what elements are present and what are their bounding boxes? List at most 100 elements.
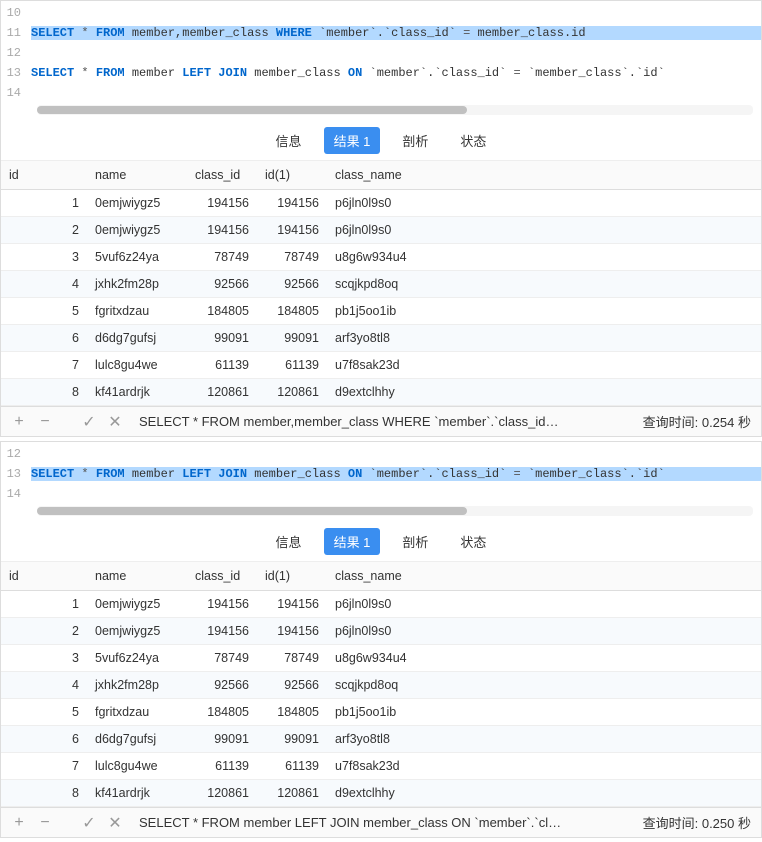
cell-class-id[interactable]: 78749 <box>187 645 257 672</box>
table-row[interactable]: 7lulc8gu4we6113961139u7f8sak23d <box>1 753 761 780</box>
cell-name[interactable]: 5vuf6z24ya <box>87 244 187 271</box>
cell-class-id[interactable]: 120861 <box>187 379 257 406</box>
table-row[interactable]: 20emjwiygz5194156194156p6jln0l9s0 <box>1 217 761 244</box>
table-row[interactable]: 7lulc8gu4we6113961139u7f8sak23d <box>1 352 761 379</box>
cell-class-id[interactable]: 120861 <box>187 780 257 807</box>
col-header-class_name[interactable]: class_name <box>327 161 761 190</box>
cell-name[interactable]: fgritxdzau <box>87 699 187 726</box>
cell-id1[interactable]: 120861 <box>257 379 327 406</box>
editor-line[interactable]: 10 <box>1 3 761 23</box>
editor-line[interactable]: 14 <box>1 484 761 504</box>
cell-class-id[interactable]: 99091 <box>187 325 257 352</box>
table-row[interactable]: 10emjwiygz5194156194156p6jln0l9s0 <box>1 591 761 618</box>
cell-class-name[interactable]: scqjkpd8oq <box>327 271 761 298</box>
tab-status[interactable]: 状态 <box>450 127 496 154</box>
cell-class-id[interactable]: 194156 <box>187 618 257 645</box>
cell-class-id[interactable]: 194156 <box>187 591 257 618</box>
cell-class-name[interactable]: p6jln0l9s0 <box>327 591 761 618</box>
cell-class-id[interactable]: 184805 <box>187 298 257 325</box>
sql-editor[interactable]: 1011SELECT * FROM member,member_class WH… <box>1 1 761 121</box>
table-row[interactable]: 20emjwiygz5194156194156p6jln0l9s0 <box>1 618 761 645</box>
cell-class-id[interactable]: 194156 <box>187 190 257 217</box>
cell-class-name[interactable]: u8g6w934u4 <box>327 244 761 271</box>
cell-name[interactable]: 0emjwiygz5 <box>87 217 187 244</box>
cell-class-name[interactable]: u7f8sak23d <box>327 352 761 379</box>
cell-id1[interactable]: 184805 <box>257 699 327 726</box>
add-row-icon[interactable]: + <box>11 414 27 430</box>
col-header-class_id[interactable]: class_id <box>187 161 257 190</box>
cell-name[interactable]: jxhk2fm28p <box>87 271 187 298</box>
cell-name[interactable]: 0emjwiygz5 <box>87 591 187 618</box>
tab-result[interactable]: 结果 1 <box>324 127 381 154</box>
cell-id1[interactable]: 194156 <box>257 591 327 618</box>
table-row[interactable]: 8kf41ardrjk120861120861d9extclhhy <box>1 780 761 807</box>
cell-name[interactable]: 0emjwiygz5 <box>87 618 187 645</box>
cancel-icon[interactable]: ✕ <box>107 414 123 430</box>
cell-name[interactable]: 5vuf6z24ya <box>87 645 187 672</box>
cell-id1[interactable]: 78749 <box>257 645 327 672</box>
cell-id1[interactable]: 61139 <box>257 352 327 379</box>
table-row[interactable]: 10emjwiygz5194156194156p6jln0l9s0 <box>1 190 761 217</box>
cell-name[interactable]: lulc8gu4we <box>87 753 187 780</box>
horizontal-scrollbar[interactable] <box>37 506 753 516</box>
cell-class-id[interactable]: 99091 <box>187 726 257 753</box>
cell-class-name[interactable]: u7f8sak23d <box>327 753 761 780</box>
table-row[interactable]: 4jxhk2fm28p9256692566scqjkpd8oq <box>1 672 761 699</box>
scrollbar-thumb[interactable] <box>37 507 467 515</box>
cell-class-name[interactable]: scqjkpd8oq <box>327 672 761 699</box>
col-header-name[interactable]: name <box>87 562 187 591</box>
cell-id1[interactable]: 120861 <box>257 780 327 807</box>
table-row[interactable]: 5fgritxdzau184805184805pb1j5oo1ib <box>1 298 761 325</box>
delete-row-icon[interactable]: − <box>37 815 53 831</box>
col-header-id[interactable]: id <box>1 161 87 190</box>
cell-class-name[interactable]: p6jln0l9s0 <box>327 618 761 645</box>
cell-name[interactable]: kf41ardrjk <box>87 780 187 807</box>
cancel-icon[interactable]: ✕ <box>107 815 123 831</box>
cell-class-name[interactable]: arf3yo8tl8 <box>327 325 761 352</box>
cell-class-id[interactable]: 78749 <box>187 244 257 271</box>
cell-id1[interactable]: 194156 <box>257 190 327 217</box>
cell-name[interactable]: d6dg7gufsj <box>87 726 187 753</box>
cell-class-name[interactable]: u8g6w934u4 <box>327 645 761 672</box>
editor-line[interactable]: 13SELECT * FROM member LEFT JOIN member_… <box>1 464 761 484</box>
cell-id1[interactable]: 92566 <box>257 271 327 298</box>
cell-class-name[interactable]: arf3yo8tl8 <box>327 726 761 753</box>
apply-icon[interactable]: ✓ <box>81 815 97 831</box>
cell-id1[interactable]: 194156 <box>257 217 327 244</box>
cell-id1[interactable]: 99091 <box>257 726 327 753</box>
col-header-id1[interactable]: id(1) <box>257 161 327 190</box>
tab-profile[interactable]: 剖析 <box>392 528 438 555</box>
line-code[interactable]: SELECT * FROM member LEFT JOIN member_cl… <box>31 467 761 481</box>
cell-class-name[interactable]: d9extclhhy <box>327 780 761 807</box>
cell-id1[interactable]: 78749 <box>257 244 327 271</box>
add-row-icon[interactable]: + <box>11 815 27 831</box>
line-code[interactable]: SELECT * FROM member LEFT JOIN member_cl… <box>31 66 761 80</box>
col-header-id1[interactable]: id(1) <box>257 562 327 591</box>
cell-name[interactable]: lulc8gu4we <box>87 352 187 379</box>
cell-class-name[interactable]: p6jln0l9s0 <box>327 217 761 244</box>
cell-id1[interactable]: 92566 <box>257 672 327 699</box>
cell-id1[interactable]: 194156 <box>257 618 327 645</box>
cell-class-name[interactable]: d9extclhhy <box>327 379 761 406</box>
cell-class-name[interactable]: pb1j5oo1ib <box>327 699 761 726</box>
cell-class-name[interactable]: pb1j5oo1ib <box>327 298 761 325</box>
sql-editor[interactable]: 1213SELECT * FROM member LEFT JOIN membe… <box>1 442 761 522</box>
table-row[interactable]: 8kf41ardrjk120861120861d9extclhhy <box>1 379 761 406</box>
table-row[interactable]: 6d6dg7gufsj9909199091arf3yo8tl8 <box>1 325 761 352</box>
col-header-id[interactable]: id <box>1 562 87 591</box>
scrollbar-thumb[interactable] <box>37 106 467 114</box>
cell-name[interactable]: jxhk2fm28p <box>87 672 187 699</box>
horizontal-scrollbar[interactable] <box>37 105 753 115</box>
cell-class-id[interactable]: 92566 <box>187 672 257 699</box>
apply-icon[interactable]: ✓ <box>81 414 97 430</box>
col-header-name[interactable]: name <box>87 161 187 190</box>
table-row[interactable]: 35vuf6z24ya7874978749u8g6w934u4 <box>1 244 761 271</box>
editor-line[interactable]: 11SELECT * FROM member,member_class WHER… <box>1 23 761 43</box>
table-row[interactable]: 35vuf6z24ya7874978749u8g6w934u4 <box>1 645 761 672</box>
cell-class-id[interactable]: 92566 <box>187 271 257 298</box>
tab-info[interactable]: 信息 <box>266 528 312 555</box>
cell-class-id[interactable]: 61139 <box>187 352 257 379</box>
cell-id1[interactable]: 184805 <box>257 298 327 325</box>
table-row[interactable]: 4jxhk2fm28p9256692566scqjkpd8oq <box>1 271 761 298</box>
cell-id1[interactable]: 99091 <box>257 325 327 352</box>
